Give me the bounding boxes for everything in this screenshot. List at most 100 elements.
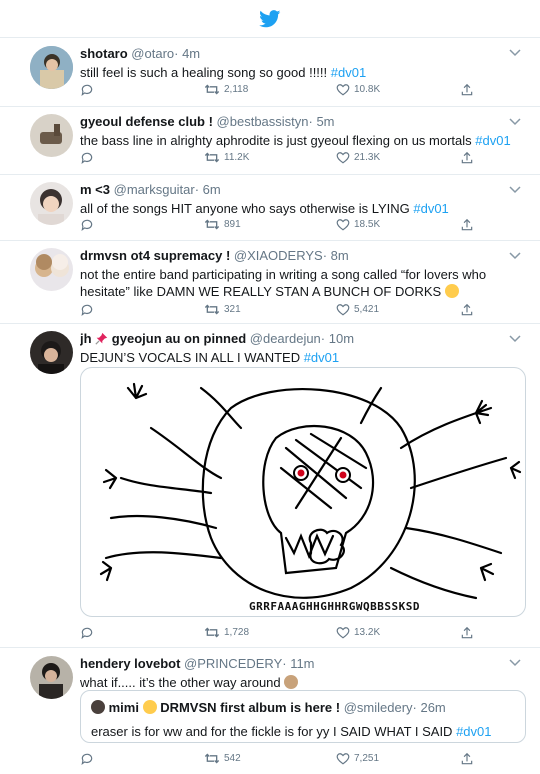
- reply-button[interactable]: [80, 83, 98, 97]
- like-button[interactable]: 10.8K: [336, 83, 380, 96]
- display-name[interactable]: drmvsn ot4 supremacy !: [80, 248, 230, 263]
- display-name[interactable]: gyeoul defense club !: [80, 114, 213, 129]
- twitter-bird-icon[interactable]: [259, 9, 281, 28]
- avatar[interactable]: [30, 331, 73, 374]
- share-button[interactable]: [460, 752, 478, 766]
- handle[interactable]: @otaro: [131, 46, 174, 61]
- hashtag-link[interactable]: #dv01: [413, 201, 448, 216]
- handle[interactable]: @marksguitar: [114, 182, 195, 197]
- handle[interactable]: @deardejun: [250, 331, 321, 346]
- retweet-button[interactable]: 11.2K: [204, 151, 249, 164]
- quoted-tweet-text: eraser is for ww and for the fickle is f…: [91, 723, 515, 740]
- quoted-avatar: [91, 700, 105, 714]
- like-count: 7,251: [354, 753, 380, 764]
- heart-icon: [336, 152, 350, 164]
- hashtag-link[interactable]: #dv01: [456, 724, 491, 739]
- retweet-button[interactable]: 2,118: [204, 83, 248, 96]
- tweet-actions: 2,118 10.8K: [80, 83, 500, 99]
- timestamp[interactable]: · 8m: [323, 248, 349, 263]
- retweet-button[interactable]: 891: [204, 218, 241, 231]
- timestamp[interactable]: · 10m: [321, 331, 354, 346]
- reply-icon: [81, 152, 93, 165]
- tweet-header: gyeoul defense club ! @bestbassistyn· 5m: [80, 113, 518, 130]
- tweet[interactable]: gyeoul defense club ! @bestbassistyn· 5m…: [0, 107, 540, 175]
- heart-icon: [336, 304, 350, 316]
- like-count: 18.5K: [354, 219, 381, 230]
- tweet-header: m <3 @marksguitar· 6m: [80, 181, 518, 198]
- share-icon: [461, 303, 473, 316]
- tweet-body: the bass line in alrighty aphrodite is j…: [80, 133, 476, 148]
- tweet[interactable]: m <3 @marksguitar· 6m all of the songs H…: [0, 175, 540, 241]
- avatar[interactable]: [30, 46, 73, 89]
- like-button[interactable]: 5,421: [336, 303, 379, 316]
- like-button[interactable]: 13.2K: [336, 626, 380, 639]
- quoted-tweet[interactable]: mimi DRMVSN first album is here ! @smile…: [80, 690, 526, 743]
- tweet[interactable]: drmvsn ot4 supremacy ! @XIAODERYS· 8m no…: [0, 241, 540, 324]
- retweet-icon: [204, 753, 220, 764]
- tweet[interactable]: hendery lovebot @PRINCEDERY· 11m what if…: [0, 648, 540, 774]
- tweet[interactable]: jh gyeojun au on pinned @deardejun· 10m …: [0, 324, 540, 648]
- avatar[interactable]: [30, 656, 73, 699]
- reply-icon: [81, 219, 93, 232]
- reply-icon: [81, 304, 93, 317]
- like-count: 21.3K: [354, 152, 381, 163]
- handle[interactable]: @PRINCEDERY: [184, 656, 282, 671]
- share-button[interactable]: [460, 626, 478, 640]
- timestamp[interactable]: · 11m: [282, 656, 314, 671]
- pushpin-emoji: [95, 332, 108, 345]
- reply-button[interactable]: [80, 151, 98, 165]
- hashtag-link[interactable]: #dv01: [304, 350, 339, 365]
- quoted-tweet-body: eraser is for ww and for the fickle is f…: [91, 724, 457, 739]
- handle[interactable]: @bestbassistyn: [217, 114, 309, 129]
- reply-button[interactable]: [80, 626, 98, 640]
- quoted-handle[interactable]: @smiledery: [344, 700, 413, 715]
- tweet-actions: 891 18.5K: [80, 218, 500, 234]
- retweet-icon: [204, 84, 220, 95]
- tweet-body: not the entire band participating in wri…: [80, 267, 487, 299]
- timestamp[interactable]: · 6m: [195, 182, 221, 197]
- timestamp[interactable]: · 5m: [309, 114, 335, 129]
- display-name[interactable]: shotaro: [80, 46, 128, 61]
- avatar[interactable]: [30, 114, 73, 157]
- retweet-button[interactable]: 542: [204, 752, 241, 765]
- retweet-button[interactable]: 321: [204, 303, 241, 316]
- tweet-actions: 542 7,251: [80, 752, 500, 768]
- reply-icon: [81, 753, 93, 766]
- like-button[interactable]: 21.3K: [336, 151, 380, 164]
- monkey-face-emoji: [284, 675, 299, 689]
- reply-icon: [81, 84, 93, 97]
- reply-button[interactable]: [80, 218, 98, 232]
- display-name[interactable]: jh gyeojun au on pinned: [80, 331, 246, 346]
- hashtag-link[interactable]: #dv01: [475, 133, 510, 148]
- tweet-text: what if..... it’s the other way around: [80, 674, 518, 691]
- tweet-image[interactable]: GRRFAAAGHHGHHRGWQBBSSKSD: [80, 367, 526, 617]
- tweet-header: drmvsn ot4 supremacy ! @XIAODERYS· 8m: [80, 247, 518, 264]
- retweet-button[interactable]: 1,728: [204, 626, 249, 639]
- tweet-actions: 11.2K 21.3K: [80, 151, 500, 167]
- avatar[interactable]: [30, 182, 73, 225]
- display-name[interactable]: m <3: [80, 182, 110, 197]
- share-icon: [461, 83, 473, 96]
- share-button[interactable]: [460, 83, 478, 97]
- display-name[interactable]: hendery lovebot: [80, 656, 180, 671]
- tweet-body: DEJUN’S VOCALS IN ALL I WANTED: [80, 350, 304, 365]
- tweet-body: still feel is such a healing song so goo…: [80, 65, 331, 80]
- share-button[interactable]: [460, 303, 478, 317]
- like-button[interactable]: 7,251: [336, 752, 379, 765]
- share-button[interactable]: [460, 218, 478, 232]
- like-button[interactable]: 18.5K: [336, 218, 380, 231]
- tweet[interactable]: shotaro @otaro· 4m still feel is such a …: [0, 38, 540, 107]
- heart-icon: [336, 753, 350, 765]
- avatar[interactable]: [30, 248, 73, 291]
- hashtag-link[interactable]: #dv01: [331, 65, 366, 80]
- tweet-header: hendery lovebot @PRINCEDERY· 11m: [80, 655, 518, 672]
- handle[interactable]: @XIAODERYS: [234, 248, 323, 263]
- timestamp[interactable]: · 4m: [174, 46, 200, 61]
- share-button[interactable]: [460, 151, 478, 165]
- reply-button[interactable]: [80, 303, 98, 317]
- reply-button[interactable]: [80, 752, 98, 766]
- tweet-text: the bass line in alrighty aphrodite is j…: [80, 132, 518, 149]
- quoted-display-name[interactable]: mimi DRMVSN first album is here !: [109, 700, 340, 715]
- quoted-timestamp[interactable]: · 26m: [413, 700, 446, 715]
- tweet-text: not the entire band participating in wri…: [80, 266, 518, 300]
